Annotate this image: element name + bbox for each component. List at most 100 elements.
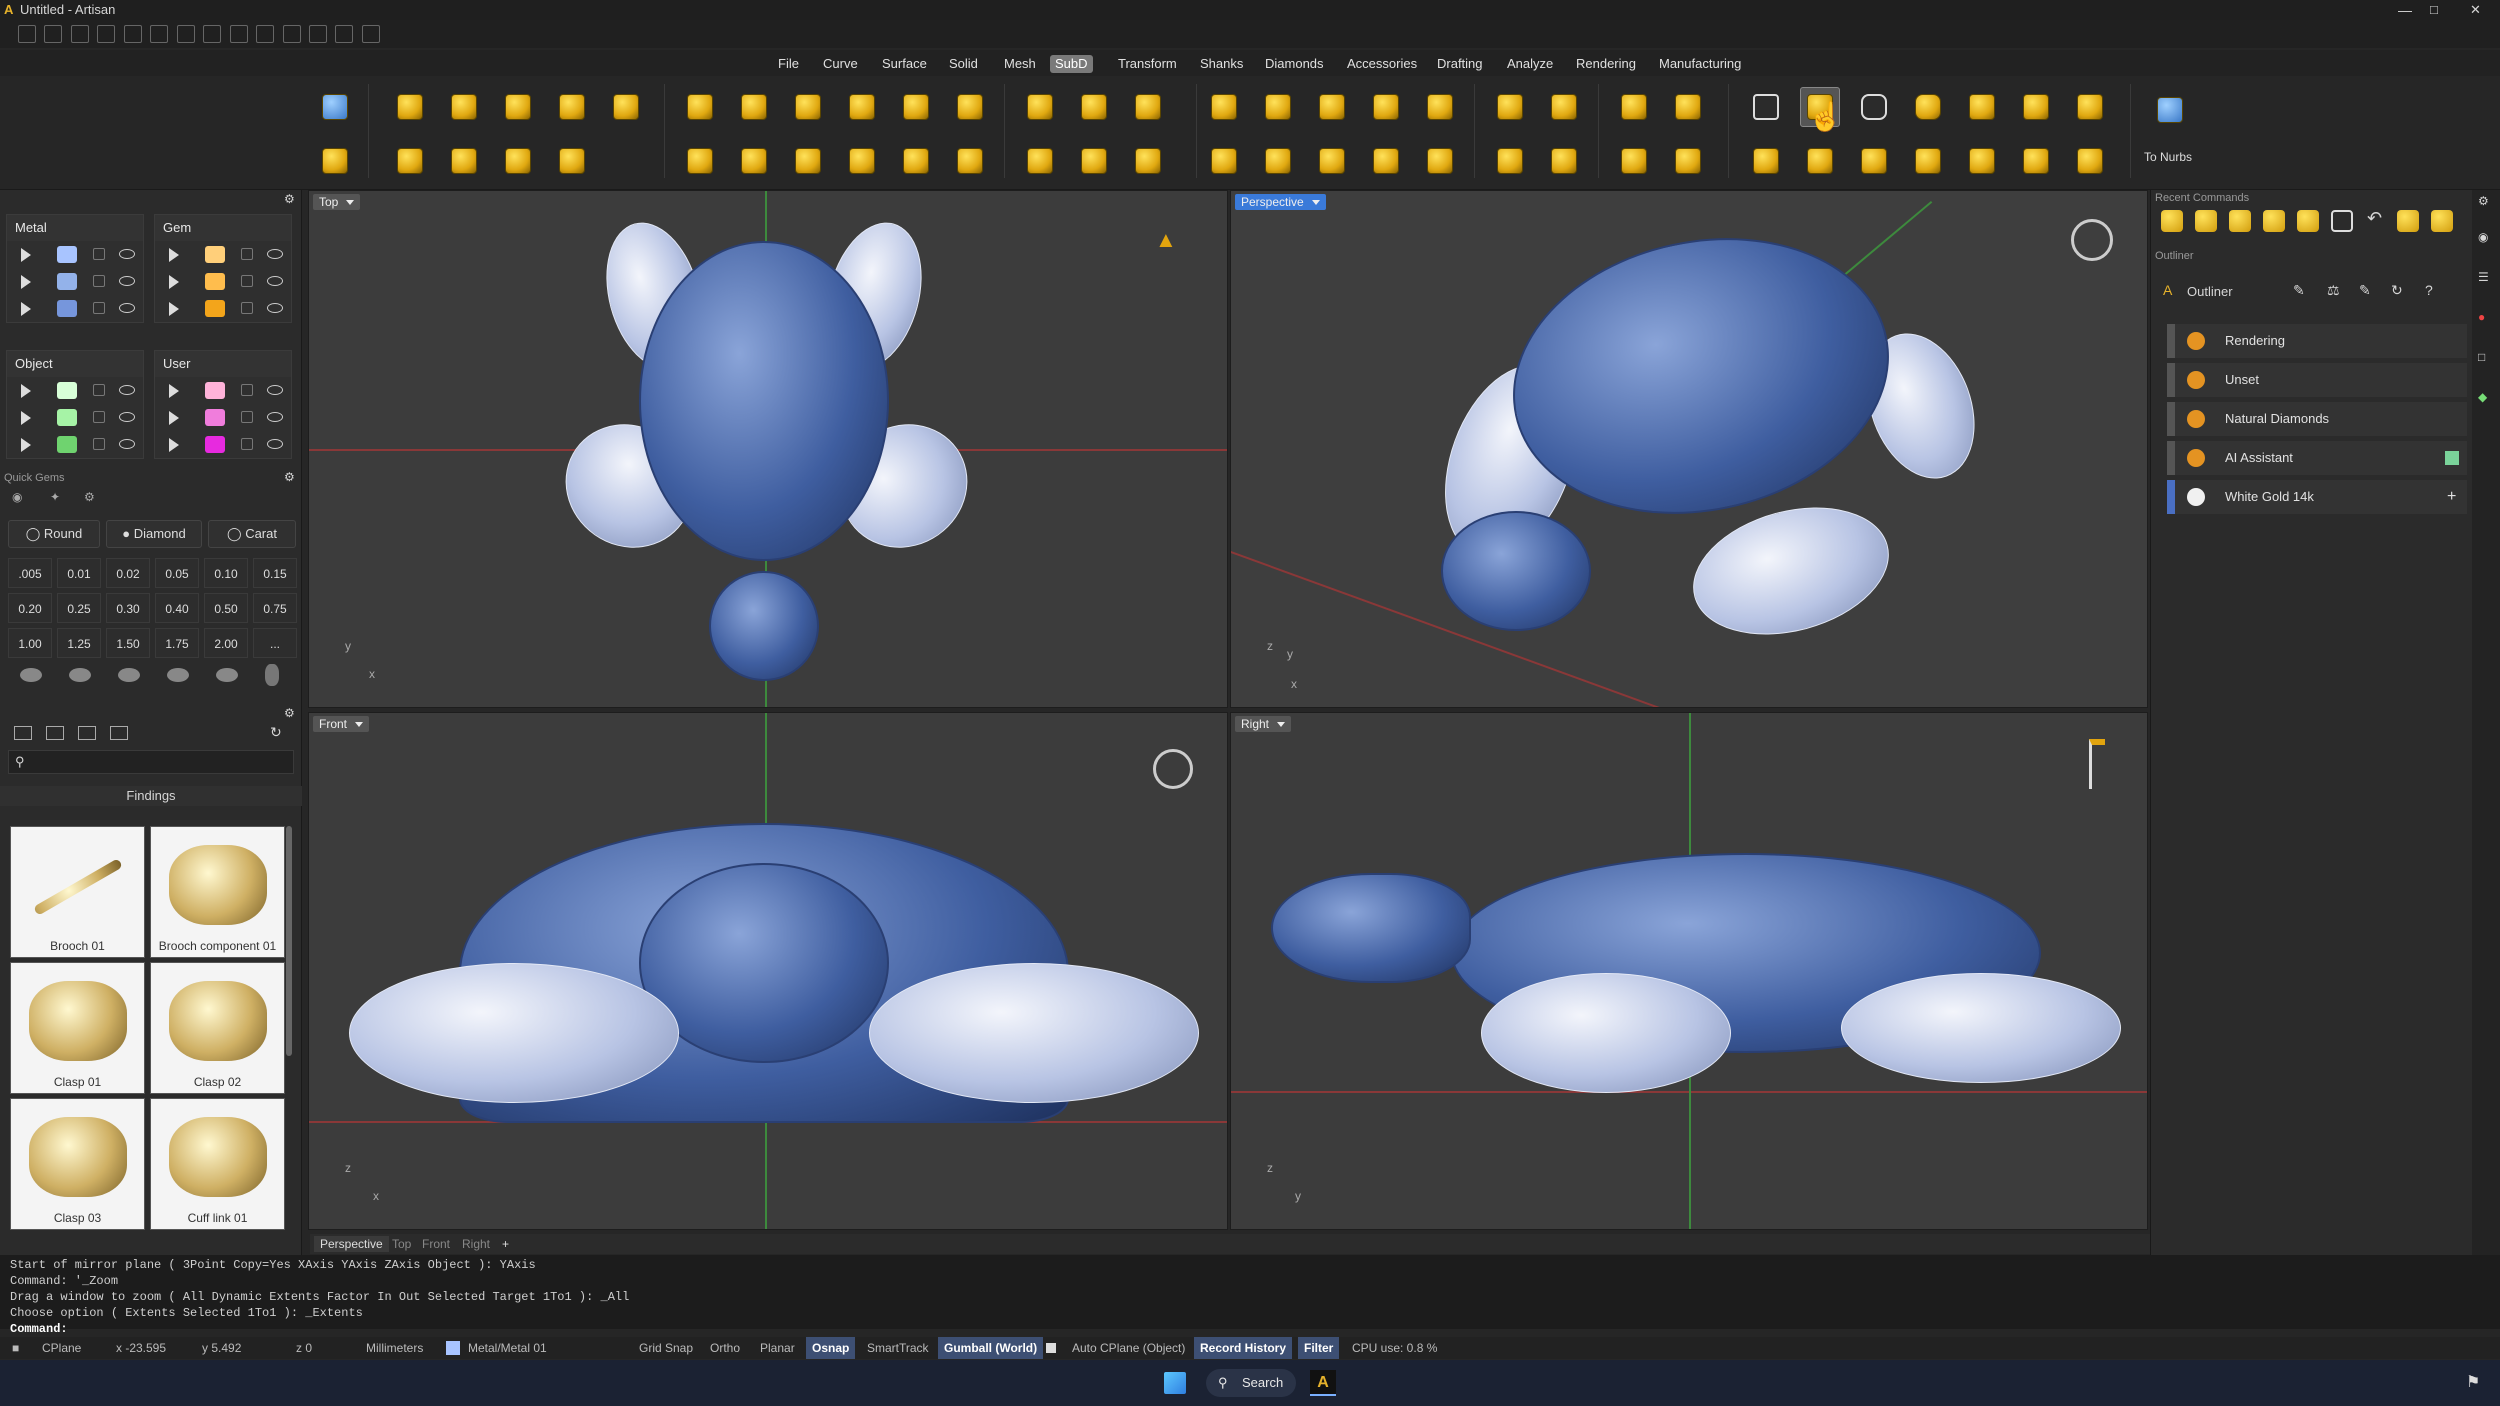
layer-row[interactable] (155, 241, 291, 268)
menu-rendering[interactable]: Rendering (1571, 55, 1641, 73)
ribbon-tool[interactable] (1020, 87, 1060, 127)
menu-curve[interactable]: Curve (818, 55, 863, 73)
layer-row[interactable] (7, 431, 143, 458)
menu-solid[interactable]: Solid (944, 55, 983, 73)
unlock-icon[interactable] (241, 248, 253, 260)
recent-command-icon[interactable] (2397, 210, 2419, 232)
ribbon-tool[interactable] (390, 141, 430, 181)
viewport-label-perspective[interactable]: Perspective (1235, 194, 1326, 210)
units-button[interactable]: Millimeters (360, 1337, 429, 1359)
gem-shape-button[interactable]: ◯ Round (8, 520, 100, 548)
layer-row[interactable] (7, 295, 143, 322)
gem-cut-marquise-icon[interactable] (216, 668, 238, 682)
carat-more-button[interactable]: ... (253, 628, 297, 658)
unlock-icon[interactable] (241, 275, 253, 287)
ribbon-tool[interactable] (2016, 87, 2056, 127)
recent-command-icon[interactable] (2431, 210, 2453, 232)
rail-objects-icon[interactable]: □ (2478, 350, 2485, 364)
unlock-icon[interactable] (93, 275, 105, 287)
artisan-taskbar-icon[interactable]: A (1310, 1370, 1336, 1396)
recent-command-icon[interactable] (2331, 210, 2353, 232)
help-icon[interactable]: ? (2425, 282, 2433, 298)
eye-icon[interactable] (119, 439, 135, 449)
subd-primitive-tool[interactable] (315, 87, 355, 127)
gem-pick-icon[interactable]: ✦ (50, 490, 60, 504)
layer-color[interactable] (205, 273, 225, 290)
refresh-icon[interactable]: ↻ (270, 724, 282, 741)
library-search-input[interactable]: ⚲ (8, 750, 294, 774)
gem-unit-button[interactable]: ◯ Carat (208, 520, 296, 548)
ribbon-tool[interactable] (2070, 87, 2110, 127)
gem-cut-pear-icon[interactable] (167, 668, 189, 682)
ribbon-tool[interactable] (1258, 87, 1298, 127)
auto-cplane-checkbox[interactable] (1046, 1343, 1056, 1353)
carat-size-button[interactable]: 0.75 (253, 593, 297, 623)
edit-icon[interactable]: ✎ (2359, 282, 2371, 299)
unlock-icon[interactable] (241, 302, 253, 314)
layer-row[interactable] (155, 295, 291, 322)
library-item[interactable]: Brooch component 01 (150, 826, 285, 958)
recent-command-icon[interactable] (2195, 210, 2217, 232)
save-as-icon[interactable] (203, 25, 222, 43)
layer-row[interactable] (7, 377, 143, 404)
outliner-item[interactable]: Natural Diamonds (2167, 402, 2467, 436)
close-icon[interactable]: ✕ (2470, 0, 2481, 20)
carat-size-button[interactable]: 0.01 (57, 558, 101, 588)
ribbon-tool[interactable] (1746, 141, 1786, 181)
menu-drafting[interactable]: Drafting (1432, 55, 1488, 73)
menu-diamonds[interactable]: Diamonds (1260, 55, 1329, 73)
menu-shanks[interactable]: Shanks (1195, 55, 1248, 73)
play-icon[interactable] (21, 302, 31, 316)
unlock-icon[interactable] (241, 411, 253, 423)
play-icon[interactable] (169, 384, 179, 398)
print-icon[interactable] (229, 25, 248, 43)
ribbon-tool[interactable] (606, 87, 646, 127)
play-icon[interactable] (169, 411, 179, 425)
add-tab-button[interactable]: + (496, 1236, 515, 1252)
outliner-item[interactable]: White Gold 14k + (2167, 480, 2467, 514)
ribbon-tool[interactable] (734, 141, 774, 181)
viewport-label-front[interactable]: Front (313, 716, 370, 732)
layer-color[interactable] (205, 300, 225, 317)
gem-cut-cushion-icon[interactable] (118, 668, 140, 682)
layer-color[interactable] (57, 300, 77, 317)
ribbon-tool[interactable] (1854, 87, 1894, 127)
gem-type-button[interactable]: ● Diamond (106, 520, 202, 548)
filter-toggle[interactable]: Filter (1298, 1337, 1340, 1359)
layer-color[interactable] (57, 246, 77, 263)
tab-top[interactable]: Top (386, 1236, 417, 1252)
library-settings-icon[interactable]: ⚙ (284, 706, 295, 720)
refresh-icon[interactable]: ↻ (2391, 282, 2403, 299)
gumball-toggle[interactable]: Gumball (World) (938, 1337, 1044, 1359)
outliner-item[interactable]: Unset (2167, 363, 2467, 397)
windows-start-icon[interactable] (1164, 1372, 1186, 1394)
open-folder-icon[interactable] (70, 25, 89, 43)
add-icon[interactable]: + (2447, 480, 2456, 514)
properties-icon[interactable] (282, 25, 301, 43)
layer-color[interactable] (57, 273, 77, 290)
viewport-label-right[interactable]: Right (1235, 716, 1292, 732)
carat-size-button[interactable]: 0.40 (155, 593, 199, 623)
ribbon-tool[interactable] (842, 87, 882, 127)
eye-icon[interactable] (119, 385, 135, 395)
ribbon-tool[interactable] (1854, 141, 1894, 181)
ribbon-tool[interactable] (1312, 87, 1352, 127)
ribbon-tool[interactable] (390, 87, 430, 127)
carat-size-button[interactable]: 0.05 (155, 558, 199, 588)
balance-icon[interactable]: ⚖ (2327, 282, 2340, 299)
cplane-button[interactable]: CPlane (36, 1337, 87, 1359)
layer-row[interactable] (155, 404, 291, 431)
ribbon-tool[interactable] (1258, 141, 1298, 181)
to-nurbs-button[interactable] (2150, 90, 2190, 130)
snapshot-icon[interactable] (256, 25, 275, 43)
carat-size-button[interactable]: 0.25 (57, 593, 101, 623)
unlock-icon[interactable] (93, 411, 105, 423)
ribbon-tool[interactable] (896, 141, 936, 181)
panel-settings-icon[interactable]: ⚙ (284, 192, 295, 206)
ribbon-tool[interactable] (1614, 141, 1654, 181)
ribbon-tool[interactable] (498, 141, 538, 181)
ribbon-tool[interactable] (1668, 141, 1708, 181)
ribbon-tool[interactable] (2070, 141, 2110, 181)
ribbon-tool[interactable] (1128, 87, 1168, 127)
ribbon-tool[interactable] (1366, 141, 1406, 181)
